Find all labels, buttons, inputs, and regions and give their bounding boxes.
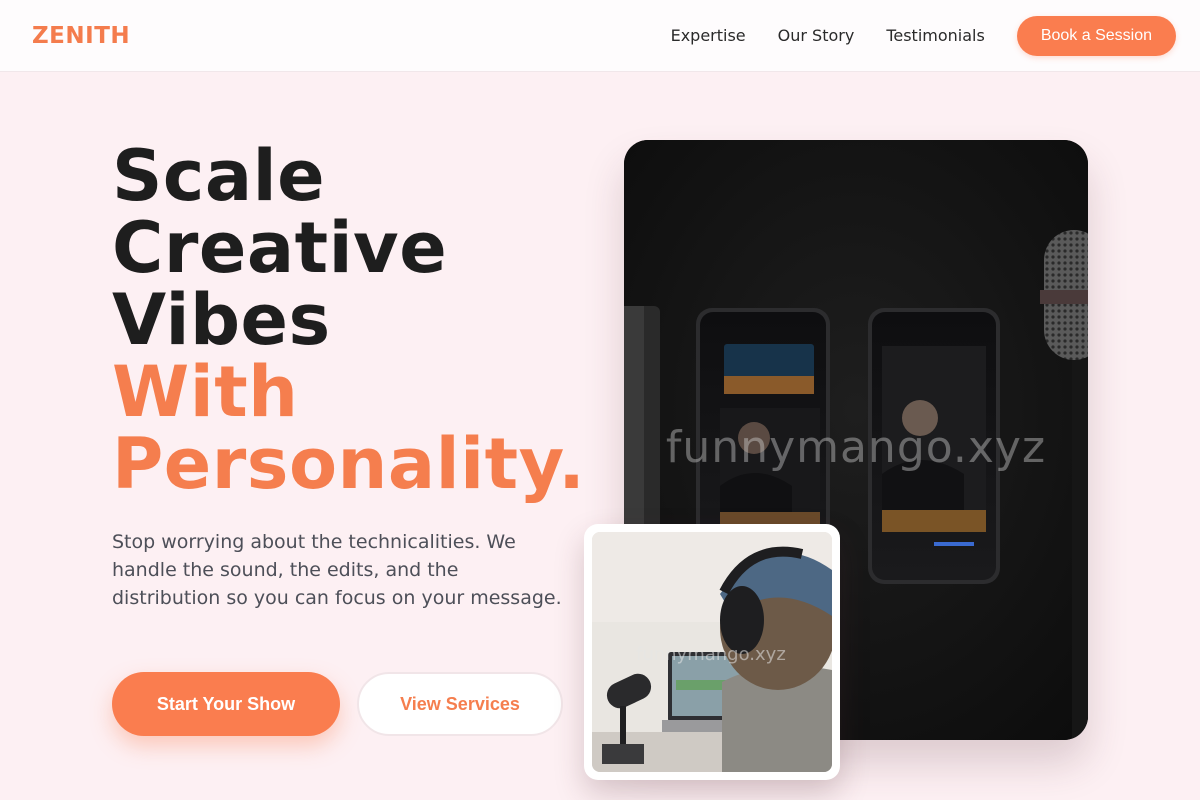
inset-image-watermark: funnymango.xyz [636,644,786,665]
main-image-watermark: funnymango.xyz [665,422,1047,473]
nav-link-expertise[interactable]: Expertise [671,26,746,45]
inset-photo-card: funnymango.xyz [584,524,840,780]
nav-link-testimonials[interactable]: Testimonials [886,26,985,45]
view-services-button[interactable]: View Services [357,672,563,736]
hero-headline: Scale Creative Vibes With Personality. [112,140,585,500]
headline-line: Creative [112,207,448,289]
headline-accent-line: With [112,351,299,433]
headline-line: Scale [112,135,326,217]
inset-photo-podcaster: funnymango.xyz [592,532,832,772]
brand-logo[interactable]: ZENITH [32,23,130,49]
start-your-show-button[interactable]: Start Your Show [112,672,340,736]
top-navigation-bar: ZENITH Expertise Our Story Testimonials … [0,0,1200,72]
main-nav: Expertise Our Story Testimonials Book a … [671,15,1176,56]
headline-line: Vibes [112,279,331,361]
book-session-button[interactable]: Book a Session [1016,15,1176,56]
hero-subcopy: Stop worrying about the technicalities. … [112,531,562,609]
headline-accent-line: Personality. [112,423,586,505]
nav-link-our-story[interactable]: Our Story [778,26,855,45]
